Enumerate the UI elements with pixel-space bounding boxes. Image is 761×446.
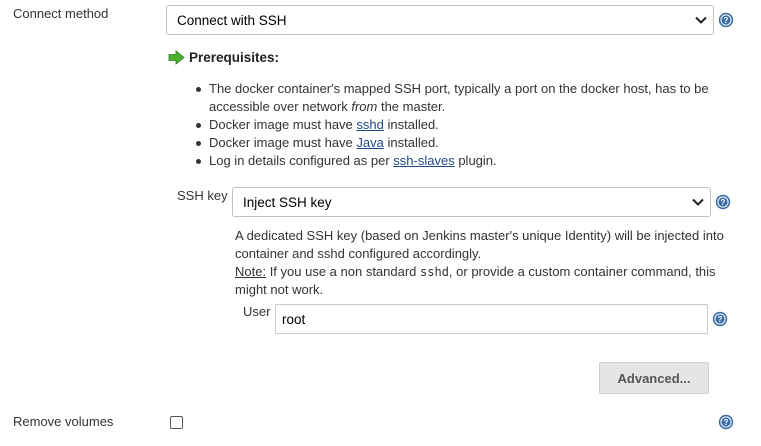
svg-text:?: ? — [721, 198, 726, 207]
help-icon[interactable]: ? — [715, 194, 731, 210]
ssh-key-description: A dedicated SSH key (based on Jenkins ma… — [235, 228, 724, 297]
sshd-link[interactable]: sshd — [356, 117, 383, 132]
note-code: sshd — [420, 265, 449, 279]
note-label: Note: — [235, 264, 267, 279]
java-link[interactable]: Java — [356, 135, 383, 150]
arrow-right-icon — [168, 50, 185, 65]
help-icon[interactable]: ? — [718, 414, 734, 430]
advanced-button[interactable]: Advanced... — [599, 362, 709, 394]
remove-volumes-checkbox[interactable] — [170, 416, 183, 429]
list-item: Docker image must have Java installed. — [193, 134, 733, 152]
connect-method-selected-value: Connect with SSH — [177, 12, 287, 28]
help-icon[interactable]: ? — [712, 311, 728, 327]
list-item: Log in details configured as per ssh-sla… — [193, 152, 733, 170]
remove-volumes-label: Remove volumes — [13, 414, 114, 429]
chevron-down-icon — [692, 198, 704, 206]
chevron-down-icon — [695, 16, 707, 24]
connect-method-label: Connect method — [13, 6, 109, 21]
help-icon[interactable]: ? — [718, 12, 734, 28]
ssh-key-label: SSH key — [177, 188, 228, 203]
user-label: User — [243, 304, 271, 319]
svg-text:?: ? — [724, 418, 729, 427]
ssh-key-selected-value: Inject SSH key — [243, 194, 332, 210]
list-item: Docker image must have sshd installed. — [193, 116, 733, 134]
ssh-key-select[interactable]: Inject SSH key — [232, 187, 711, 217]
list-item: The docker container's mapped SSH port, … — [193, 80, 733, 116]
ssh-slaves-link[interactable]: ssh-slaves — [393, 153, 454, 168]
svg-text:?: ? — [724, 16, 729, 25]
user-input[interactable] — [275, 304, 708, 334]
prerequisites-title: Prerequisites: — [189, 50, 280, 65]
prerequisites-list: The docker container's mapped SSH port, … — [193, 80, 733, 170]
connect-method-select[interactable]: Connect with SSH — [166, 5, 714, 35]
svg-text:?: ? — [718, 315, 723, 324]
